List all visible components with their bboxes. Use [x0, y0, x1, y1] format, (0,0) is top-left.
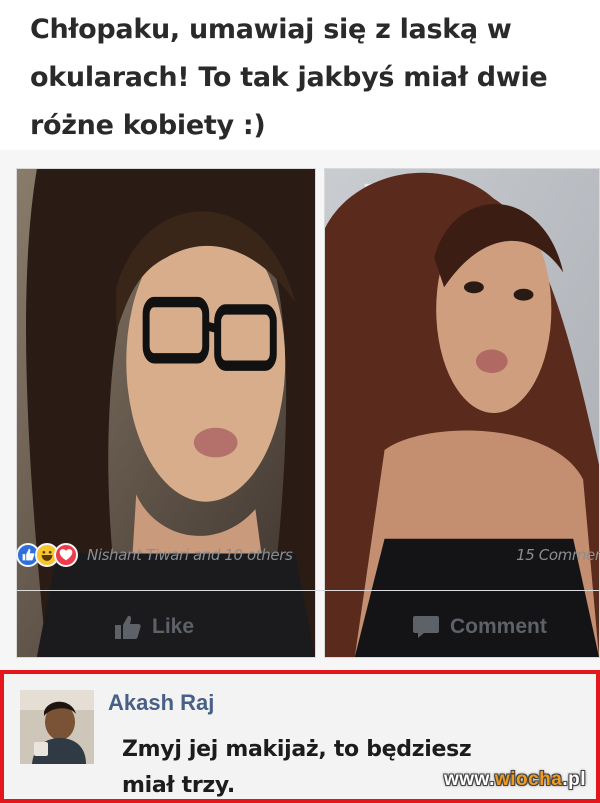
post-photo-right[interactable] — [324, 168, 600, 658]
reaction-icons — [16, 543, 78, 567]
divider — [16, 590, 600, 591]
watermark-suffix: .pl — [562, 769, 586, 790]
comment-bubble-icon — [413, 616, 439, 638]
photo-glasses-image — [17, 169, 315, 657]
comment-button[interactable]: Comment — [412, 614, 547, 640]
watermark-highlight: wiocha — [494, 769, 563, 790]
reaction-names[interactable]: Nishant Tiwari and 10 others — [87, 546, 293, 564]
love-reaction-icon — [54, 543, 78, 567]
comment-author[interactable]: Akash Raj — [108, 690, 214, 716]
comments-count[interactable]: 15 Commen — [516, 546, 600, 564]
like-button[interactable]: Like — [114, 614, 194, 640]
post-photo-left[interactable] — [16, 168, 316, 658]
thumbs-up-icon — [115, 615, 141, 639]
comment-label: Comment — [450, 615, 547, 638]
avatar[interactable] — [20, 690, 94, 764]
headline-line-1: Chłopaku, umawiaj się z laską w — [30, 14, 512, 45]
headline-line-3: różne kobiety :) — [30, 110, 266, 141]
watermark: www.wiocha.pl — [444, 769, 586, 791]
comment-text: Zmyj jej makijaż, to będziesz miał trzy. — [122, 732, 552, 803]
headline-line-2: okularach! To tak jakbyś miał dwie — [30, 62, 548, 93]
headline: Chłopaku, umawiaj się z laską w okularac… — [0, 0, 600, 150]
highlighted-comment: Akash Raj Zmyj jej makijaż, to będziesz … — [0, 670, 600, 803]
avatar-image — [20, 690, 94, 764]
post-actions: Like Comment — [0, 608, 600, 652]
like-label: Like — [152, 615, 195, 638]
facebook-post: Nishant Tiwari and 10 others 15 Commen L… — [0, 150, 600, 670]
comment-text-line-1: Zmyj jej makijaż, to będziesz — [122, 737, 472, 762]
reactions-bar[interactable]: Nishant Tiwari and 10 others 15 Commen — [16, 540, 600, 570]
photo-no-glasses-image — [325, 169, 599, 657]
watermark-prefix: www. — [444, 769, 495, 790]
